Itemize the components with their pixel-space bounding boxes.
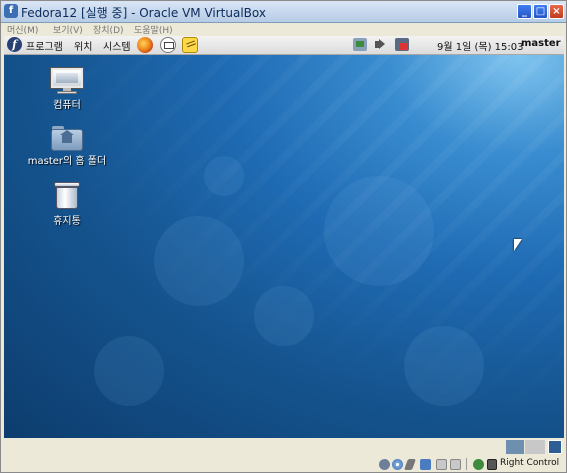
window-title: Fedora12 [실행 중] - Oracle VM VirtualBox [21,6,266,20]
hdd-icon[interactable] [379,459,390,470]
view-toggle-icon[interactable] [506,440,524,454]
cd-icon[interactable] [392,459,403,470]
panel-menu-places[interactable]: 위치 [74,38,92,53]
window-mode-icon[interactable] [548,440,562,454]
minimize-button[interactable]: _ [517,4,532,19]
window-titlebar[interactable]: f Fedora12 [실행 중] - Oracle VM VirtualBox… [1,1,566,23]
menu-machine[interactable]: 머신(M) [7,23,38,36]
shared-folder-icon[interactable] [436,459,447,470]
menu-devices[interactable]: 장치(D) [93,23,124,36]
desktop-icon-home[interactable]: master의 홈 폴더 [27,126,107,167]
notes-icon[interactable] [182,37,198,53]
menu-view[interactable]: 보기(V) [53,23,83,36]
mouse-integration-icon[interactable] [473,459,484,470]
fedora-app-icon: f [4,4,18,18]
virtualbox-window: f Fedora12 [실행 중] - Oracle VM VirtualBox… [0,0,567,473]
desktop-icon-trash[interactable]: 휴지통 [27,182,107,227]
computer-icon [51,68,83,94]
panel-menu-system[interactable]: 시스템 [103,38,131,53]
network-adapter-icon[interactable] [420,459,431,470]
menu-help[interactable]: 도움말(H) [134,23,173,36]
close-button[interactable]: × [549,4,564,19]
panel-clock[interactable]: 9월 1일 (목) 15:03 [437,38,523,53]
fedora-logo-icon[interactable]: f [7,37,22,52]
host-key-label: Right Control [500,458,560,468]
maximize-button[interactable]: □ [533,4,548,19]
virtualbox-statusbar: Right Control [1,439,566,472]
update-icon[interactable] [395,38,409,51]
gnome-top-panel: f 프로그램 위치 시스템 9월 1일 (목) 15:03 master [4,36,564,55]
desktop-icon-label: 휴지통 [53,216,81,227]
network-icon[interactable] [353,38,367,51]
desktop-icon-label: master의 홈 폴더 [27,156,107,167]
usb-icon[interactable] [403,459,417,470]
desktop-icon-label: 컴퓨터 [53,100,81,111]
view-toggle-icon[interactable] [525,440,545,454]
virtualbox-menubar: 머신(M) 보기(V) 장치(D) 도움말(H) [1,23,566,36]
mail-icon[interactable] [160,37,176,53]
capture-icon[interactable] [450,459,461,470]
statusbar-divider [466,458,467,470]
trash-icon [54,182,80,210]
home-folder-icon [52,126,82,150]
guest-desktop[interactable]: f 프로그램 위치 시스템 9월 1일 (목) 15:03 master 컴퓨터… [4,36,564,438]
host-key-icon [487,459,497,470]
desktop-icon-computer[interactable]: 컴퓨터 [27,68,107,111]
volume-icon[interactable] [373,38,387,51]
firefox-icon[interactable] [137,37,153,53]
panel-menu-applications[interactable]: 프로그램 [26,38,63,53]
panel-user[interactable]: master [521,38,561,49]
